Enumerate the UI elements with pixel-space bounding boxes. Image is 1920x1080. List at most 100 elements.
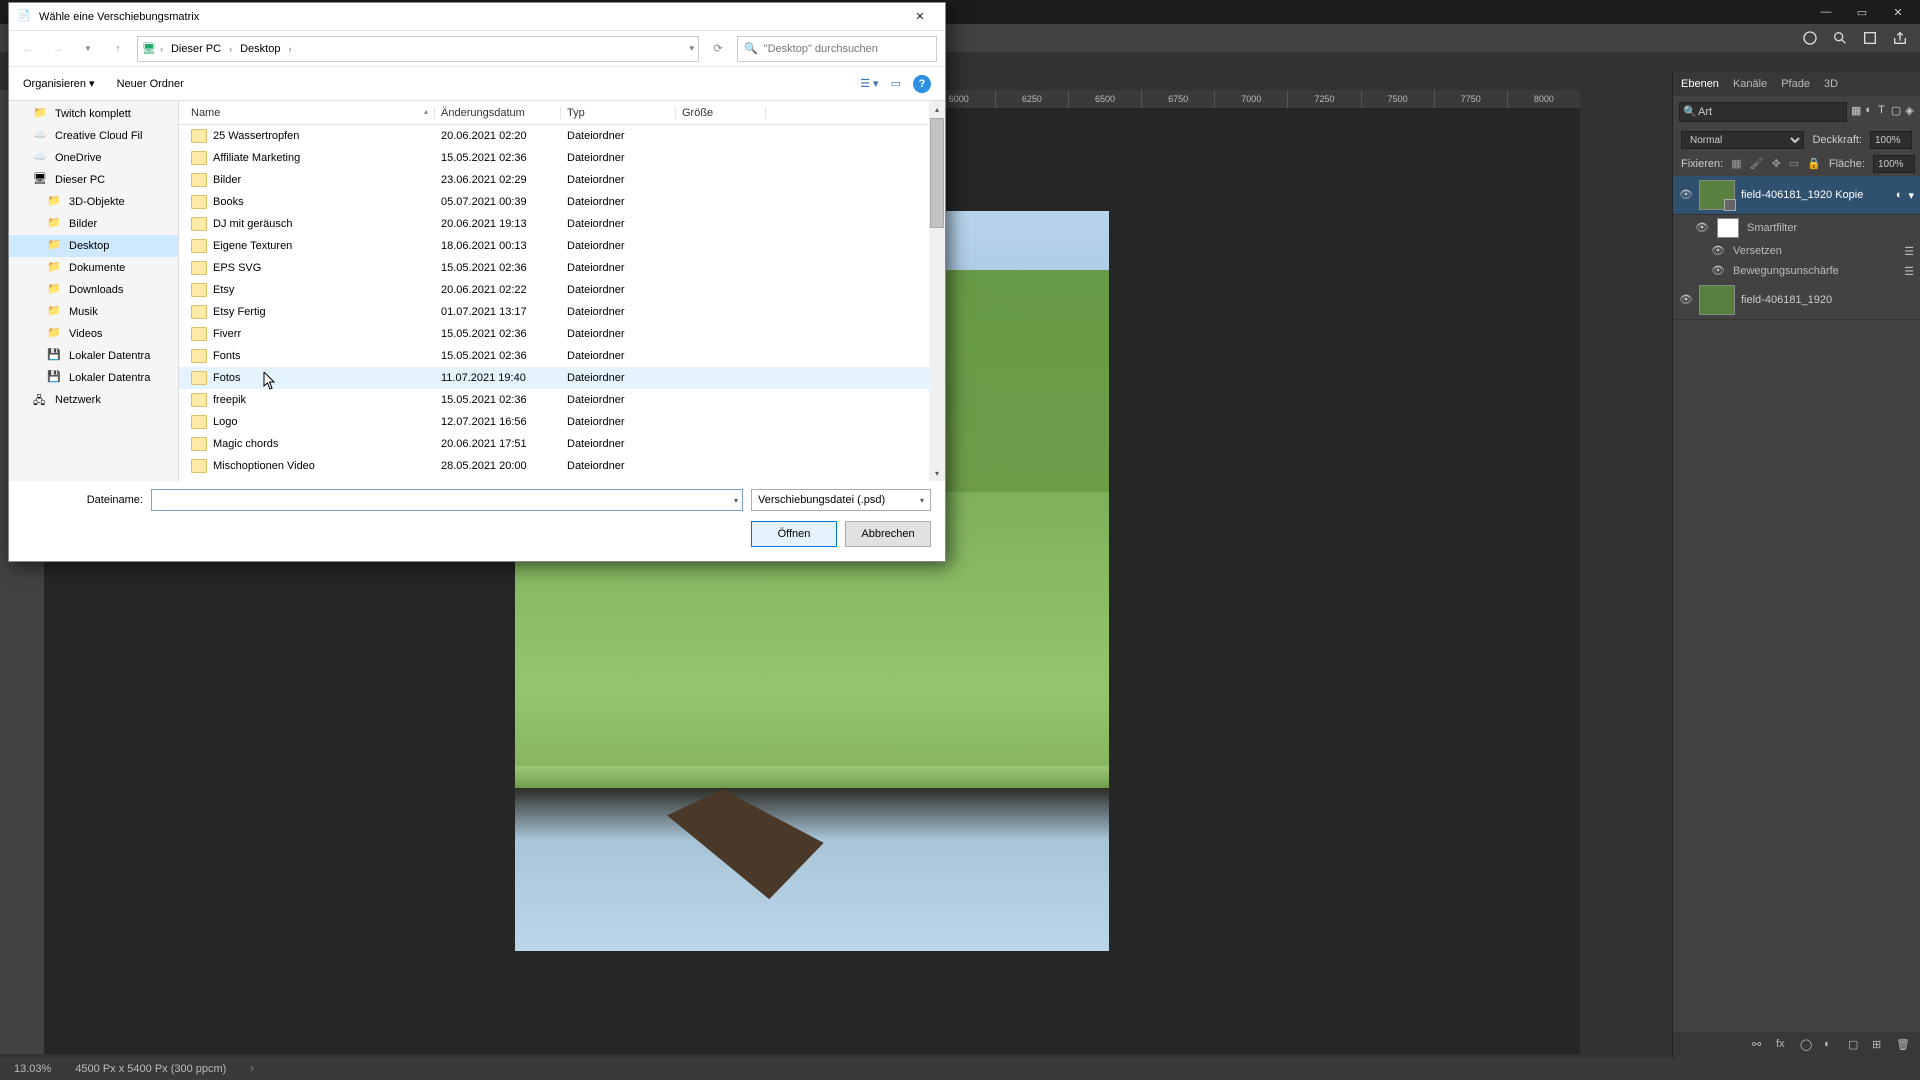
file-row[interactable]: Magic chords20.06.2021 17:51Dateiordner bbox=[179, 433, 945, 455]
column-header-name[interactable]: Name ▴ bbox=[185, 107, 435, 119]
breadcrumb-segment[interactable]: Desktop bbox=[236, 43, 284, 55]
lock-transparency-icon[interactable]: ▦ bbox=[1731, 157, 1741, 171]
fx-icon[interactable]: fx bbox=[1776, 1038, 1790, 1052]
column-header-size[interactable]: Größe bbox=[676, 107, 766, 119]
layer-thumbnail[interactable] bbox=[1699, 285, 1735, 315]
chevron-right-icon[interactable]: › bbox=[160, 44, 163, 54]
mask-icon[interactable]: ◯ bbox=[1800, 1038, 1814, 1052]
sidebar-item[interactable]: 📁Bilder bbox=[9, 213, 178, 235]
chevron-right-icon[interactable]: › bbox=[250, 1063, 254, 1075]
sidebar-item[interactable]: 🖥Dieser PC bbox=[9, 169, 178, 191]
file-row[interactable]: EPS SVG15.05.2021 02:36Dateiordner bbox=[179, 257, 945, 279]
file-row[interactable]: 25 Wassertropfen20.06.2021 02:20Dateiord… bbox=[179, 125, 945, 147]
sidebar-item[interactable]: 💾Lokaler Datentra bbox=[9, 345, 178, 367]
preview-pane-button[interactable]: ▭ bbox=[891, 77, 901, 90]
opacity-input[interactable] bbox=[1870, 131, 1912, 149]
chevron-down-icon[interactable]: ▾ bbox=[689, 43, 694, 54]
lock-position-icon[interactable]: ✥ bbox=[1772, 157, 1781, 171]
file-row[interactable]: freepik15.05.2021 02:36Dateiordner bbox=[179, 389, 945, 411]
layer-item[interactable]: 👁 field-406181_1920 bbox=[1673, 281, 1920, 320]
file-row[interactable]: Mischoptionen Video28.05.2021 20:00Datei… bbox=[179, 455, 945, 477]
tab-channels[interactable]: Kanäle bbox=[1733, 78, 1767, 90]
sidebar-item[interactable]: 📁Videos bbox=[9, 323, 178, 345]
layer-thumbnail[interactable] bbox=[1699, 180, 1735, 210]
open-button[interactable]: Öffnen bbox=[751, 521, 837, 547]
new-layer-icon[interactable]: ⊞ bbox=[1872, 1038, 1886, 1052]
chevron-down-icon[interactable]: ▾ bbox=[920, 496, 924, 505]
sidebar-item[interactable]: 🖧Netzwerk bbox=[9, 389, 178, 411]
sidebar-item[interactable]: 📁Musik bbox=[9, 301, 178, 323]
file-row[interactable]: Etsy Fertig01.07.2021 13:17Dateiordner bbox=[179, 301, 945, 323]
filter-mask-thumbnail[interactable] bbox=[1717, 218, 1739, 238]
column-header-type[interactable]: Typ bbox=[561, 107, 676, 119]
file-row[interactable]: Fonts15.05.2021 02:36Dateiordner bbox=[179, 345, 945, 367]
lock-brush-icon[interactable]: 🖌 bbox=[1750, 157, 1764, 171]
up-button[interactable]: ↑ bbox=[107, 38, 129, 60]
file-row[interactable]: Fotos11.07.2021 19:40Dateiordner bbox=[179, 367, 945, 389]
fill-input[interactable] bbox=[1873, 155, 1915, 173]
filter-adj-icon[interactable]: ◐ bbox=[1865, 104, 1874, 120]
scrollbar-vertical[interactable]: ▴ ▾ bbox=[929, 101, 945, 481]
scrollbar-thumb[interactable] bbox=[930, 118, 944, 228]
lock-artboard-icon[interactable]: ▭ bbox=[1789, 157, 1799, 171]
smart-filters-row[interactable]: 👁 Smartfilter bbox=[1673, 215, 1920, 241]
sidebar-item[interactable]: 📁Twitch komplett bbox=[9, 103, 178, 125]
breadcrumb[interactable]: 🖥 › Dieser PC › Desktop › ▾ bbox=[137, 36, 699, 62]
file-row[interactable]: Affiliate Marketing15.05.2021 02:36Datei… bbox=[179, 147, 945, 169]
filter-pixel-icon[interactable]: ▦ bbox=[1851, 104, 1861, 120]
recent-dropdown[interactable]: ▼ bbox=[77, 38, 99, 60]
sidebar-item[interactable]: 📁Downloads bbox=[9, 279, 178, 301]
chevron-down-icon[interactable]: ▾ bbox=[734, 496, 738, 505]
filter-item[interactable]: 👁 Bewegungsunschärfe ☰ bbox=[1673, 261, 1920, 281]
adjustment-icon[interactable]: ◐ bbox=[1824, 1038, 1838, 1052]
layer-item[interactable]: 👁 field-406181_1920 Kopie ◐ ▾ bbox=[1673, 176, 1920, 215]
visibility-icon[interactable]: 👁 bbox=[1695, 221, 1709, 235]
file-row[interactable]: DJ mit geräusch20.06.2021 19:13Dateiordn… bbox=[179, 213, 945, 235]
refresh-button[interactable]: ⟳ bbox=[707, 38, 729, 60]
filter-smart-icon[interactable]: ◈ bbox=[1905, 104, 1914, 120]
file-row[interactable]: Logo12.07.2021 16:56Dateiordner bbox=[179, 411, 945, 433]
column-header-date[interactable]: Änderungsdatum bbox=[435, 107, 561, 119]
filename-input[interactable]: ▾ bbox=[151, 489, 743, 511]
search-icon[interactable] bbox=[1832, 30, 1848, 46]
group-icon[interactable]: ▢ bbox=[1848, 1038, 1862, 1052]
close-button[interactable]: ✕ bbox=[1880, 0, 1916, 24]
new-folder-button[interactable]: Neuer Ordner bbox=[117, 78, 184, 90]
scroll-down-icon[interactable]: ▾ bbox=[929, 465, 945, 481]
filter-options-icon[interactable]: ☰ bbox=[1904, 245, 1914, 258]
sidebar-item[interactable]: ☁️Creative Cloud Fil bbox=[9, 125, 178, 147]
file-row[interactable]: Books05.07.2021 00:39Dateiordner bbox=[179, 191, 945, 213]
search-box[interactable]: 🔍 bbox=[737, 36, 937, 62]
home-icon[interactable] bbox=[1802, 30, 1818, 46]
close-button[interactable]: ✕ bbox=[903, 6, 937, 28]
breadcrumb-segment[interactable]: Dieser PC bbox=[167, 43, 225, 55]
minimize-button[interactable]: — bbox=[1808, 0, 1844, 24]
maximize-button[interactable]: ▭ bbox=[1844, 0, 1880, 24]
sidebar-item[interactable]: ☁️OneDrive bbox=[9, 147, 178, 169]
file-row[interactable]: Eigene Texturen18.06.2021 00:13Dateiordn… bbox=[179, 235, 945, 257]
file-row[interactable]: Fiverr15.05.2021 02:36Dateiordner bbox=[179, 323, 945, 345]
tab-layers[interactable]: Ebenen bbox=[1681, 78, 1719, 90]
scroll-up-icon[interactable]: ▴ bbox=[929, 101, 945, 117]
sidebar-item[interactable]: 📁Dokumente bbox=[9, 257, 178, 279]
cancel-button[interactable]: Abbrechen bbox=[845, 521, 931, 547]
visibility-icon[interactable]: 👁 bbox=[1711, 264, 1725, 278]
filetype-select[interactable]: Verschiebungsdatei (.psd) ▾ bbox=[751, 489, 931, 511]
chevron-right-icon[interactable]: › bbox=[229, 44, 232, 54]
sidebar-item[interactable]: 📁Desktop bbox=[9, 235, 178, 257]
chevron-right-icon[interactable]: › bbox=[288, 44, 291, 54]
help-button[interactable]: ? bbox=[913, 75, 931, 93]
layer-search-input[interactable] bbox=[1679, 102, 1847, 122]
view-mode-button[interactable]: ☰ ▾ bbox=[860, 77, 878, 90]
search-input[interactable] bbox=[764, 43, 930, 55]
organize-button[interactable]: Organisieren ▾ bbox=[23, 77, 95, 90]
filter-type-icon[interactable]: T bbox=[1878, 104, 1887, 120]
trash-icon[interactable]: 🗑 bbox=[1896, 1038, 1910, 1052]
filter-item[interactable]: 👁 Versetzen ☰ bbox=[1673, 241, 1920, 261]
lock-all-icon[interactable]: 🔒 bbox=[1807, 157, 1821, 171]
visibility-icon[interactable]: 👁 bbox=[1711, 244, 1725, 258]
share-icon[interactable] bbox=[1892, 30, 1908, 46]
visibility-icon[interactable]: 👁 bbox=[1679, 188, 1693, 202]
tab-paths[interactable]: Pfade bbox=[1781, 78, 1810, 90]
file-row[interactable]: Etsy20.06.2021 02:22Dateiordner bbox=[179, 279, 945, 301]
